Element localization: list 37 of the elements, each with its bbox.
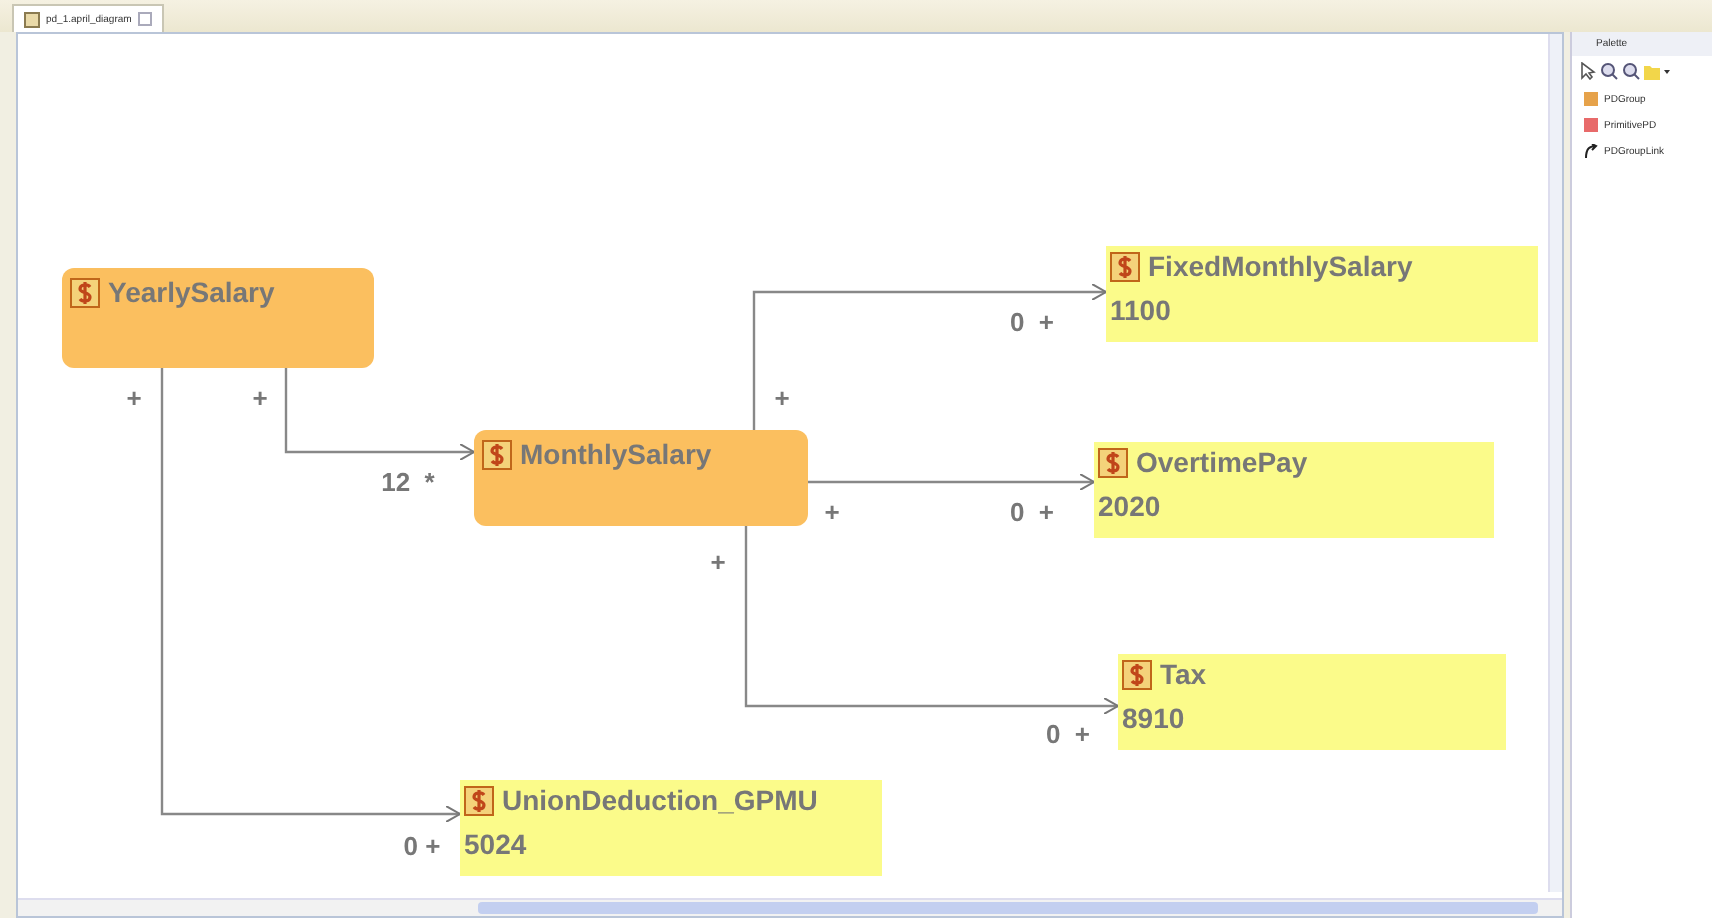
horizontal-scrollbar[interactable]: [18, 898, 1562, 916]
diagram-node[interactable]: OvertimePay 2020: [1094, 442, 1494, 538]
node-value: 8910: [1122, 702, 1185, 734]
diagram-node[interactable]: UnionDeduction_GPMU 5024: [460, 780, 882, 876]
node-name: OvertimePay: [1136, 446, 1308, 478]
multiplicity-label: +: [126, 383, 142, 413]
multiplicity-label: 12 *: [381, 467, 435, 497]
multiplicity-label: 0 +: [1009, 307, 1055, 337]
node-value: 1100: [1110, 294, 1171, 326]
multiplicity-label: 0 +: [1009, 497, 1055, 527]
zoom-out-icon[interactable]: [1622, 62, 1640, 80]
multiplicity-label: +: [774, 383, 790, 413]
node-value: 5024: [464, 828, 527, 860]
diagram-icon: [24, 11, 40, 27]
node-name: YearlySalary: [108, 276, 275, 308]
folder-icon[interactable]: [1644, 63, 1670, 79]
multiplicity-label: +: [824, 497, 840, 527]
vertical-scrollbar[interactable]: [1548, 34, 1562, 892]
diagram-node[interactable]: FixedMonthlySalary 1100: [1106, 246, 1538, 342]
diagram-node[interactable]: Tax 8910: [1118, 654, 1506, 750]
link-arrow-icon: [1584, 144, 1598, 158]
multiplicity-label: 0 +: [1045, 719, 1091, 749]
connector-arrow[interactable]: [752, 283, 1107, 430]
node-name: Tax: [1160, 658, 1207, 690]
connector-arrow[interactable]: [284, 368, 475, 461]
zoom-in-icon[interactable]: [1600, 62, 1618, 80]
multiplicity-label: +: [710, 547, 726, 577]
node-name: FixedMonthlySalary: [1148, 250, 1413, 282]
select-arrow-icon[interactable]: [1580, 62, 1596, 80]
connector-arrow[interactable]: [808, 473, 1095, 491]
node-value: 2020: [1098, 490, 1161, 522]
node-name: UnionDeduction_GPMU: [502, 784, 818, 816]
diagram-node[interactable]: MonthlySalary: [474, 430, 808, 526]
multiplicity-label: +: [252, 383, 268, 413]
multiplicity-label: 0 +: [403, 831, 441, 861]
node-name: MonthlySalary: [520, 438, 712, 470]
diagram-node[interactable]: YearlySalary: [62, 268, 374, 368]
